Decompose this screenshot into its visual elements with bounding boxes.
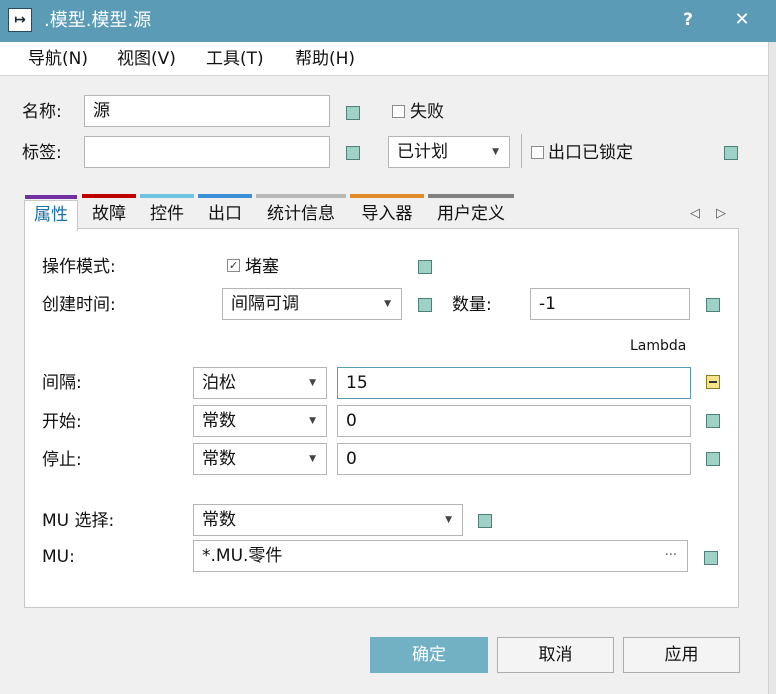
plan-dropdown-value: 已计划	[397, 142, 448, 162]
tab-color-bar	[82, 194, 136, 198]
block-label: 堵塞	[245, 257, 279, 277]
stop-distribution-value: 常数	[202, 449, 236, 469]
tab-scroll-left-icon[interactable]: ◁	[690, 200, 700, 228]
interval-label: 间隔:	[42, 373, 82, 393]
ok-button[interactable]: 确定	[370, 637, 488, 673]
chevron-down-icon: ▼	[309, 454, 316, 464]
tab-label: 属性	[34, 205, 68, 225]
stop-distribution-dropdown[interactable]: 常数 ▼	[193, 443, 327, 475]
exit-locked-indicator[interactable]	[724, 146, 738, 160]
tab-user-defined[interactable]: 用户定义	[428, 194, 514, 230]
tab-failures[interactable]: 故障	[82, 194, 136, 230]
window-edge	[768, 42, 776, 694]
tab-label: 统计信息	[267, 204, 335, 224]
tab-controls[interactable]: 控件	[140, 194, 194, 230]
name-field[interactable]: 源	[84, 95, 330, 127]
mu-field[interactable]: *.MU.零件 ···	[193, 540, 688, 572]
operation-mode-indicator[interactable]	[418, 260, 432, 274]
tag-label: 标签:	[22, 143, 62, 163]
separator	[521, 134, 522, 168]
menu-view[interactable]: 视图(V)	[117, 48, 176, 70]
tag-field[interactable]	[84, 136, 330, 168]
help-button[interactable]: ?	[680, 6, 696, 34]
stop-label: 停止:	[42, 450, 82, 470]
app-icon: ↦	[8, 8, 32, 32]
window-title: .模型.模型.源	[44, 10, 152, 31]
browse-icon[interactable]: ···	[665, 541, 677, 571]
menu-tools[interactable]: 工具(T)	[206, 48, 264, 70]
mu-select-label: MU 选择:	[42, 511, 115, 531]
tab-importer[interactable]: 导入器	[350, 194, 424, 230]
fail-label: 失败	[410, 102, 444, 122]
mu-field-value: *.MU.零件	[202, 546, 283, 566]
close-button[interactable]: ✕	[732, 6, 752, 34]
apply-button[interactable]: 应用	[623, 637, 740, 673]
start-distribution-value: 常数	[202, 411, 236, 431]
chevron-down-icon: ▼	[492, 147, 499, 157]
tag-indicator[interactable]	[346, 146, 360, 160]
tab-color-bar	[140, 194, 194, 198]
mu-label: MU:	[42, 547, 75, 567]
exit-locked-label: 出口已锁定	[548, 143, 633, 163]
block-checkbox[interactable]: ✓	[227, 259, 240, 272]
create-time-value: 间隔可调	[231, 294, 299, 314]
cancel-button[interactable]: 取消	[497, 637, 614, 673]
tab-attributes[interactable]: 属性	[24, 195, 78, 231]
mu-select-value: 常数	[202, 510, 236, 530]
tab-color-bar	[256, 194, 346, 198]
mu-indicator[interactable]	[704, 551, 718, 565]
tab-label: 故障	[92, 204, 126, 224]
tab-color-bar	[428, 194, 514, 198]
title-bar[interactable]: ↦ .模型.模型.源 ? ✕	[0, 0, 776, 42]
quantity-indicator[interactable]	[706, 298, 720, 312]
interval-distribution-value: 泊松	[202, 373, 236, 393]
start-indicator[interactable]	[706, 414, 720, 428]
tab-color-bar	[350, 194, 424, 198]
quantity-label: 数量:	[452, 295, 492, 315]
chevron-down-icon: ▼	[309, 416, 316, 426]
tab-color-bar	[198, 194, 252, 198]
tab-label: 导入器	[361, 204, 413, 224]
create-time-indicator[interactable]	[418, 298, 432, 312]
stop-indicator[interactable]	[706, 452, 720, 466]
menu-bar: 导航(N) 视图(V) 工具(T) 帮助(H)	[0, 42, 776, 76]
tab-scroll-right-icon[interactable]: ▷	[716, 200, 726, 228]
menu-navigate[interactable]: 导航(N)	[28, 48, 88, 70]
chevron-down-icon: ▼	[384, 299, 391, 309]
name-label: 名称:	[22, 102, 62, 122]
name-indicator[interactable]	[346, 106, 360, 120]
interval-value-field[interactable]: 15	[337, 367, 691, 399]
interval-distribution-dropdown[interactable]: 泊松 ▼	[193, 367, 327, 399]
start-label: 开始:	[42, 412, 82, 432]
start-distribution-dropdown[interactable]: 常数 ▼	[193, 405, 327, 437]
fail-checkbox[interactable]	[392, 105, 405, 118]
start-value-field[interactable]: 0	[337, 405, 691, 437]
tab-exit[interactable]: 出口	[198, 194, 252, 230]
exit-locked-checkbox[interactable]	[531, 146, 544, 159]
chevron-down-icon: ▼	[309, 378, 316, 388]
tab-statistics[interactable]: 统计信息	[256, 194, 346, 230]
lambda-label: Lambda	[630, 338, 687, 354]
mu-select-dropdown[interactable]: 常数 ▼	[193, 504, 463, 536]
tab-label: 出口	[208, 204, 242, 224]
tab-color-bar	[25, 195, 77, 199]
mu-select-indicator[interactable]	[478, 514, 492, 528]
interval-indicator[interactable]	[706, 375, 720, 389]
stop-value-field[interactable]: 0	[337, 443, 691, 475]
tab-label: 用户定义	[437, 204, 505, 224]
quantity-field[interactable]: -1	[530, 288, 690, 320]
chevron-down-icon: ▼	[445, 515, 452, 525]
create-time-dropdown[interactable]: 间隔可调 ▼	[222, 288, 402, 320]
create-time-label: 创建时间:	[42, 295, 116, 315]
operation-mode-label: 操作模式:	[42, 257, 116, 277]
tab-label: 控件	[150, 204, 184, 224]
plan-dropdown[interactable]: 已计划 ▼	[388, 136, 510, 168]
menu-help[interactable]: 帮助(H)	[295, 48, 355, 70]
